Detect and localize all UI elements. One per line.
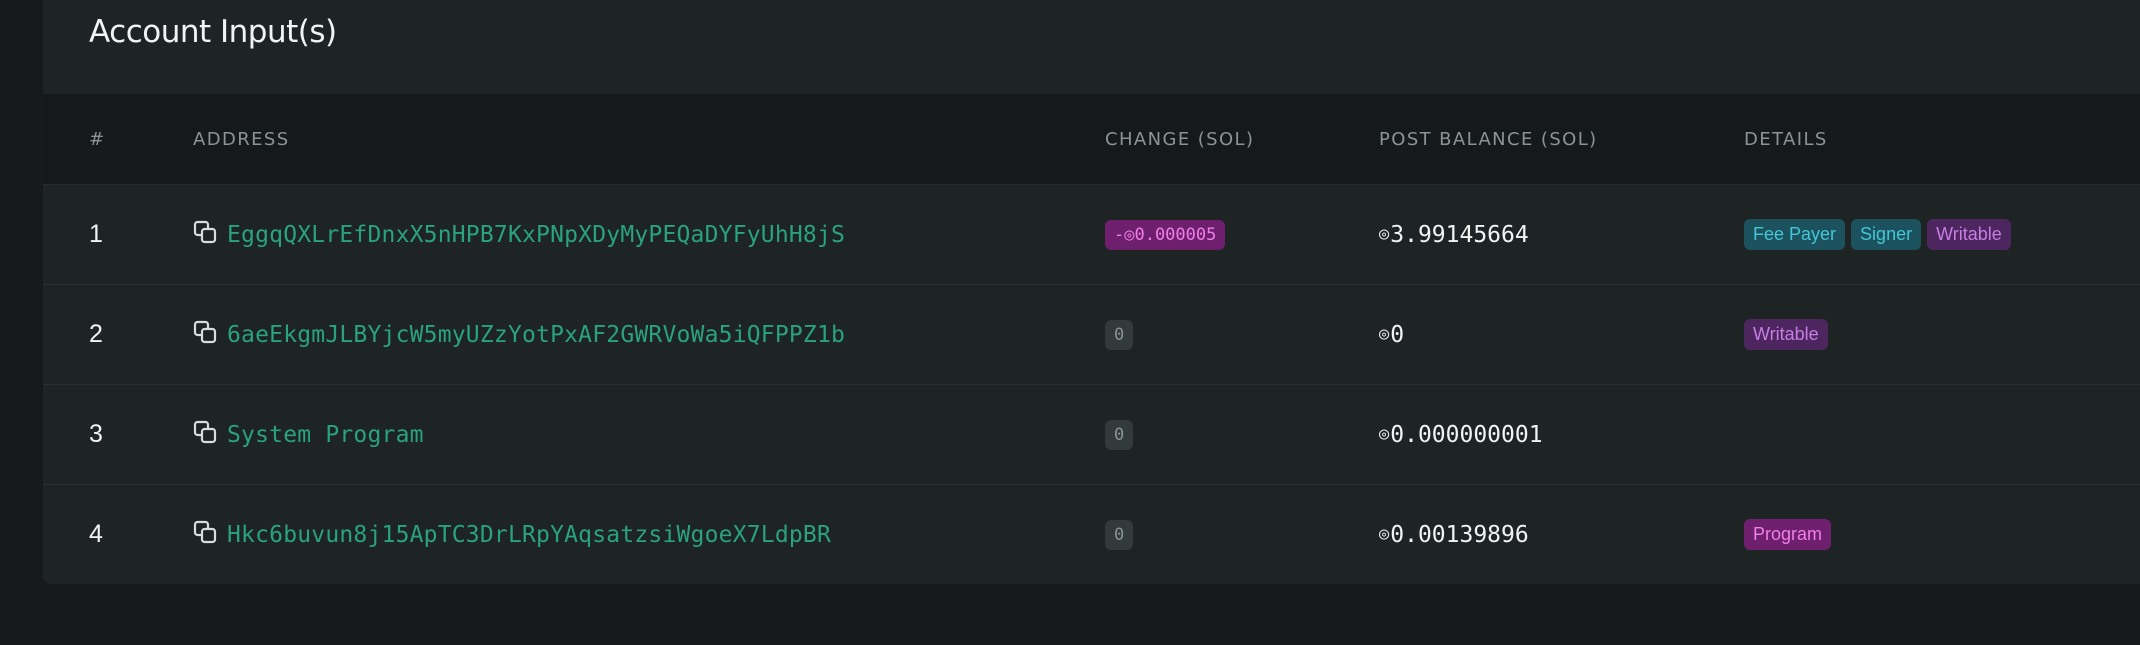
post-balance-cell: ◎0.00139896 [1379,485,1529,584]
table-row: 3 System Program 0 ◎0.000000001 [43,385,2140,485]
change-cell: 0 [1105,385,1134,484]
column-header-change: CHANGE (SOL) [1105,129,1255,150]
account-address-link[interactable]: EggqQXLrEfDnxX5nHPB7KxPNpXDyMyPEQaDYFyUh… [227,222,845,248]
detail-badge-writable: Writable [1744,319,1828,350]
card-title: Account Input(s) [89,14,337,50]
copy-icon[interactable] [193,220,219,246]
post-balance-value: 0.00139896 [1390,521,1529,548]
table-row: 4 Hkc6buvun8j15ApTC3DrLRpYAqsatzsiWgoeX7L… [43,485,2140,584]
post-balance-value: 3.99145664 [1390,221,1529,248]
row-index: 2 [89,320,103,348]
post-balance-value: 0.000000001 [1390,421,1543,448]
address-cell: 6aeEkgmJLBYjcW5myUZzYotPxAF2GWRVoWa5iQFP… [193,285,845,384]
row-index-cell: 3 [89,385,103,484]
account-address-link[interactable]: Hkc6buvun8j15ApTC3DrLRpYAqsatzsiWgoeX7Ld… [227,522,831,548]
sol-icon: ◎ [1379,523,1390,544]
change-badge: 0 [1105,519,1134,550]
table-row: 2 6aeEkgmJLBYjcW5myUZzYotPxAF2GWRVoWa5iQF… [43,285,2140,385]
detail-badge-program: Program [1744,519,1832,550]
detail-badge-fee-payer: Fee Payer [1744,219,1846,250]
copy-icon[interactable] [193,420,219,446]
sol-icon: ◎ [1379,223,1390,244]
detail-badge-writable: Writable [1927,219,2011,250]
account-address-link[interactable]: 6aeEkgmJLBYjcW5myUZzYotPxAF2GWRVoWa5iQFP… [227,322,845,348]
row-index: 3 [89,420,103,448]
change-cell: -◎0.000005 [1105,185,1226,284]
address-cell: EggqQXLrEfDnxX5nHPB7KxPNpXDyMyPEQaDYFyUh… [193,185,845,284]
details-cell: Program [1744,485,1837,584]
row-index: 4 [89,520,103,548]
row-index-cell: 4 [89,485,103,584]
column-header-details: DETAILS [1744,129,1828,150]
card-header: Account Input(s) [43,0,2140,95]
column-header-post-balance: POST BALANCE (SOL) [1379,129,1598,150]
sol-icon: ◎ [1379,423,1390,444]
detail-badge-signer: Signer [1851,219,1922,250]
copy-icon[interactable] [193,520,219,546]
address-cell: Hkc6buvun8j15ApTC3DrLRpYAqsatzsiWgoeX7Ld… [193,485,831,584]
details-cell: Fee Payer Signer Writable [1744,185,2017,284]
post-balance: ◎3.99145664 [1379,222,1529,248]
column-header-address: ADDRESS [193,129,290,150]
account-address-link[interactable]: System Program [227,422,424,448]
post-balance-cell: ◎0 [1379,285,1404,384]
row-index: 1 [89,220,103,248]
change-cell: 0 [1105,285,1134,384]
details-cell: Writable [1744,285,1834,384]
post-balance-cell: ◎0.000000001 [1379,385,1543,484]
row-index-cell: 1 [89,185,103,284]
change-cell: 0 [1105,485,1134,584]
post-balance-value: 0 [1390,321,1405,348]
change-badge: -◎0.000005 [1105,219,1226,250]
column-header-index: # [89,129,106,150]
address-cell: System Program [193,385,424,484]
sol-icon: ◎ [1379,323,1390,344]
post-balance: ◎0 [1379,322,1404,348]
post-balance: ◎0.00139896 [1379,522,1529,548]
table-row: 1 EggqQXLrEfDnxX5nHPB7KxPNpXDyMyPEQaDYFyU… [43,185,2140,285]
account-inputs-card: Account Input(s) # ADDRESS CHANGE (SOL) … [43,0,2140,584]
change-badge: 0 [1105,419,1134,450]
change-badge: 0 [1105,319,1134,350]
post-balance: ◎0.000000001 [1379,422,1543,448]
post-balance-cell: ◎3.99145664 [1379,185,1529,284]
table-header: # ADDRESS CHANGE (SOL) POST BALANCE (SOL… [43,95,2140,185]
row-index-cell: 2 [89,285,103,384]
copy-icon[interactable] [193,320,219,346]
